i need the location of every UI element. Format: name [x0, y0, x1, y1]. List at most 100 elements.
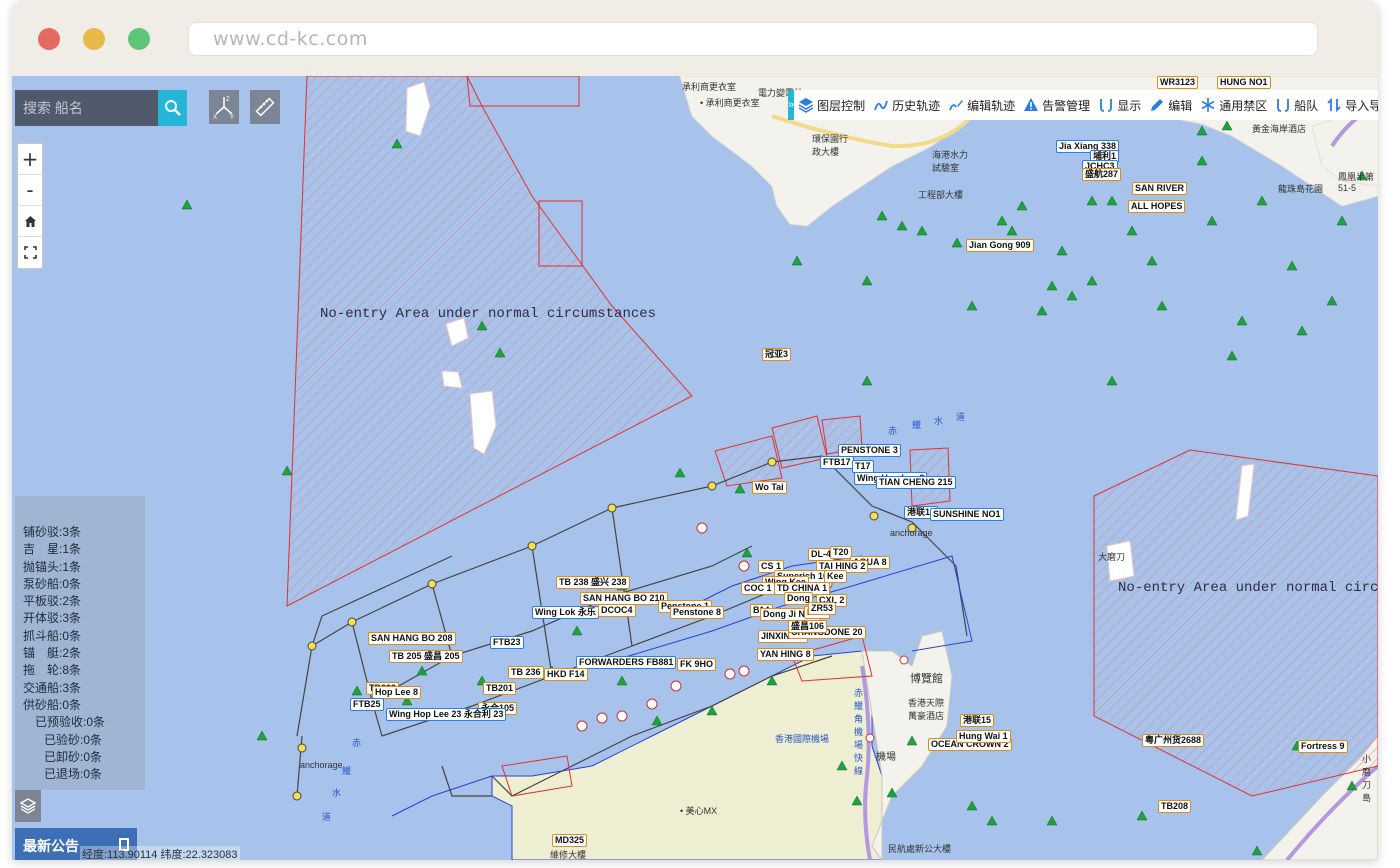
ship-label[interactable]: 港联15: [960, 714, 995, 727]
ship-label[interactable]: TB 236: [508, 666, 544, 679]
ship-label[interactable]: Fortress 9: [1298, 740, 1348, 753]
ship-label[interactable]: SAN RIVER: [1132, 182, 1188, 195]
fleet-icon: [1277, 99, 1290, 112]
no-entry-area-left: [286, 76, 693, 607]
address-bar[interactable]: www.cd-kc.com: [188, 22, 1318, 56]
stat-row: 供砂船:0条: [23, 697, 82, 712]
land-label: anchorage: [300, 760, 343, 770]
ship-label[interactable]: TB208: [1158, 800, 1192, 813]
search-button[interactable]: [158, 90, 187, 126]
ship-label[interactable]: Hung Wai 1: [956, 730, 1011, 743]
home-button[interactable]: [18, 206, 42, 237]
ship-label[interactable]: 冠亚3: [762, 348, 792, 361]
toolbar-label: 告警管理: [1042, 98, 1091, 113]
ship-label[interactable]: WR3123: [1157, 76, 1199, 89]
ship-label[interactable]: DCOC4: [598, 604, 636, 617]
snowflake-icon: [1201, 98, 1215, 112]
toolbar-import-export[interactable]: 导入导出: [1322, 90, 1378, 120]
land-label: 香港天際萬豪酒店: [908, 698, 945, 721]
toolbar-label: 显示: [1117, 98, 1142, 113]
land-label: 龍珠島花園: [1278, 184, 1324, 194]
toolbar-edit-track[interactable]: 编辑轨迹: [944, 90, 1019, 120]
stat-row: 已验砂:0条: [44, 732, 103, 747]
land-label: 維修大樓: [550, 850, 587, 860]
ship-label[interactable]: SAN HANG BO 208: [368, 632, 456, 645]
toolbar-label: 编辑: [1168, 98, 1193, 113]
svg-text:Y: Y: [230, 115, 234, 120]
close-window-button[interactable]: [38, 28, 60, 50]
no-entry-area-title-left: No-entry Area under normal circumstances: [320, 306, 657, 322]
ship-label[interactable]: Penstone 8: [670, 606, 725, 619]
svg-text:X: X: [213, 115, 217, 120]
browser-titlebar: www.cd-kc.com: [12, 0, 1378, 76]
ship-label[interactable]: FTB25: [350, 698, 384, 711]
ship-label[interactable]: TB201: [483, 682, 517, 695]
toolbar-fleet[interactable]: 船队: [1271, 90, 1322, 120]
ship-label[interactable]: Jian Gong 909: [966, 239, 1034, 252]
axis-tool-button[interactable]: Z X Y: [209, 90, 239, 124]
toolbar-label: 编辑轨迹: [967, 98, 1016, 113]
land-label: 鱲: [912, 420, 922, 430]
toolbar-history-track[interactable]: 历史轨迹: [869, 90, 944, 120]
toolbar-label: 船队: [1294, 98, 1319, 113]
land-label: • 承利商更衣室: [700, 98, 760, 108]
ship-label[interactable]: MD325: [552, 834, 588, 847]
layers-stack-icon: [19, 798, 37, 814]
ship-label[interactable]: ZR53: [808, 602, 837, 615]
land-label: 鱲: [342, 766, 352, 776]
ship-label[interactable]: TIAN CHENG 215: [876, 476, 956, 489]
land-label: 工程部大樓: [918, 190, 964, 200]
land-label: 環保園行政大樓: [812, 134, 849, 157]
ship-label[interactable]: 盛航287: [1082, 168, 1122, 181]
ship-label[interactable]: Wo Tai: [752, 481, 787, 494]
ship-label[interactable]: T20: [830, 546, 852, 559]
toolbar-label: 导入导出: [1345, 98, 1378, 113]
land-label: 赤: [888, 426, 898, 436]
ship-label[interactable]: Wing Lok 永乐: [532, 606, 599, 619]
stat-row: 拖 轮:8条: [23, 663, 82, 678]
ship-label[interactable]: 粤广州货2688: [1142, 734, 1205, 747]
svg-text:Z: Z: [226, 97, 230, 103]
land-label: 黃金海岸酒店: [1252, 124, 1307, 134]
ship-label[interactable]: TB 238 盛兴 238: [556, 576, 630, 589]
ship-label[interactable]: YAN HING 8: [757, 648, 814, 661]
notice-label: 最新公告: [23, 838, 79, 854]
minimize-window-button[interactable]: [83, 28, 105, 50]
ship-label[interactable]: FTB17: [820, 456, 854, 469]
ship-label[interactable]: Wing Hop Lee 23 永合利 23: [386, 708, 507, 721]
ship-label[interactable]: FORWARDERS FB881: [576, 656, 677, 669]
zoom-in-button[interactable]: +: [18, 144, 42, 175]
toolbar-label: 历史轨迹: [892, 98, 941, 113]
ship-label[interactable]: HUNG NO1: [1217, 76, 1271, 89]
map-toolbar: » 图层控制 历史轨迹 编辑轨迹 告警管理 显示 编辑 通用禁区 船队 导入导: [788, 90, 1378, 120]
edit-track-icon: [949, 100, 964, 111]
ship-label[interactable]: HKD F14: [544, 668, 588, 681]
map-view[interactable]: No-entry Area under normal circumstances…: [12, 76, 1378, 860]
stat-row: 锚 艇:2条: [23, 646, 82, 661]
maximize-window-button[interactable]: [128, 28, 150, 50]
fullscreen-icon: [23, 246, 37, 259]
stat-row: 铺砂驳:3条: [23, 525, 82, 539]
toolbar-restricted-zone[interactable]: 通用禁区: [1196, 90, 1271, 120]
zoom-out-button[interactable]: -: [18, 175, 42, 206]
ship-label[interactable]: 盛昌106: [788, 620, 828, 633]
land-label: 承利商更衣室: [682, 82, 737, 92]
ship-label[interactable]: COC 1: [741, 582, 775, 595]
ruler-tool-button[interactable]: [250, 90, 280, 124]
ship-label[interactable]: FTB23: [490, 636, 524, 649]
land-label: 博覽館: [910, 673, 943, 685]
ship-label[interactable]: FK 9HO: [677, 658, 717, 671]
fullscreen-button[interactable]: [18, 237, 42, 268]
toolbar-layer-control[interactable]: 图层控制: [794, 90, 869, 120]
ship-label[interactable]: ALL HOPES: [1128, 200, 1186, 213]
base-layer-button[interactable]: [15, 790, 41, 822]
stat-row: 已退场:0条: [44, 767, 103, 782]
stat-row: 泵砂船:0条: [23, 576, 82, 591]
toolbar-edit[interactable]: 编辑: [1145, 90, 1196, 120]
land-label: 赤: [352, 738, 362, 748]
ship-label[interactable]: SUNSHINE NO1: [930, 508, 1004, 521]
toolbar-display[interactable]: 显示: [1094, 90, 1145, 120]
toolbar-alarm-management[interactable]: 告警管理: [1019, 90, 1094, 120]
ship-label[interactable]: TB 205 盛昌 205: [389, 650, 463, 663]
ship-search-input[interactable]: [15, 90, 158, 126]
